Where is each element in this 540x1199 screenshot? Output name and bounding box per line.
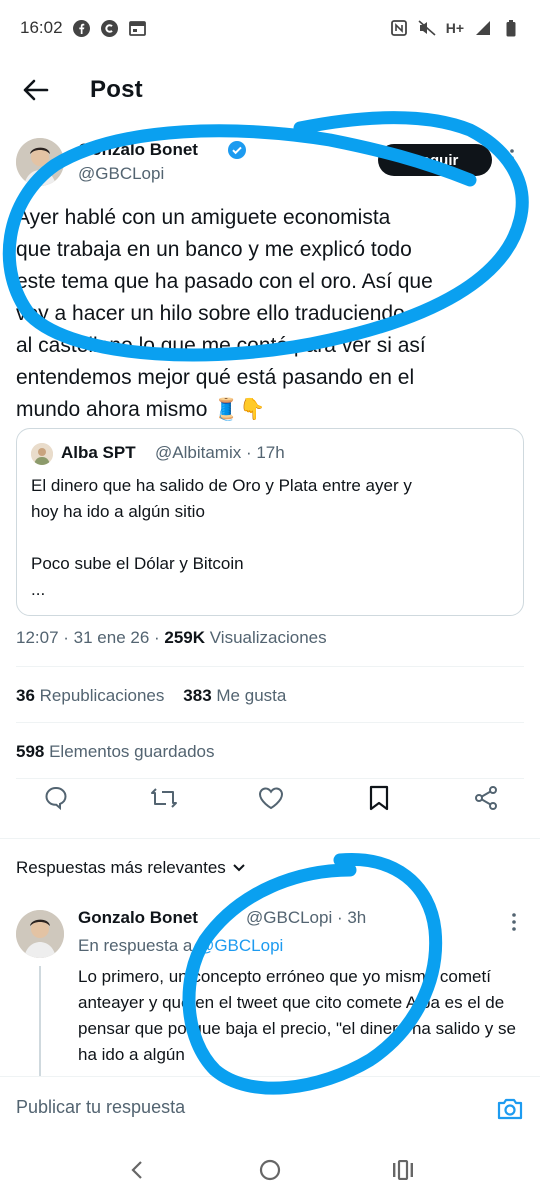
like-button[interactable] [255,782,287,814]
post-actions [0,782,540,822]
share-button[interactable] [470,782,502,814]
more-options-icon[interactable] [506,912,522,932]
post-time-text: 12:07 · 31 ene 26 · [16,628,165,647]
reposts-label: Republicaciones [34,686,165,705]
signal-icon [474,19,492,37]
share-icon [475,786,497,810]
system-nav-bar [0,1140,540,1199]
post-line: al castellano lo que me contó para ver s… [16,334,426,357]
reply-author-meta: @GBCLopi · 3h [246,908,367,927]
divider [16,778,524,779]
reply-button[interactable] [40,782,72,814]
reply-to-line: En respuesta a @GBCLopi [78,936,283,956]
post-line: mundo ahora mismo 🧵👇 [16,398,266,421]
views-count: 259K [164,628,206,647]
thread-line [39,966,41,1076]
facebook-icon [73,19,91,37]
author-handle[interactable]: @GBCLopi [78,164,164,184]
more-options-icon[interactable] [504,148,520,168]
repost-button[interactable] [148,782,180,814]
author-name[interactable]: Gonzalo Bonet [78,140,198,160]
reply-input[interactable]: Publicar tu respuesta [16,1097,185,1118]
likes-count: 383 [183,686,212,705]
top-app-bar: Post [0,62,540,118]
bookmarks-label: Elementos guardados [44,742,215,761]
reply-to-prefix: En respuesta a [78,936,198,955]
replies-sort-label: Respuestas más relevantes [16,858,226,877]
bookmarks-count: 598 [16,742,45,761]
network-type: H+ [445,20,464,36]
quote-author-name: Alba SPT [61,443,136,462]
chevron-left-icon [131,1160,142,1179]
engagement-stats: 36 Republicaciones 383 Me gusta [16,686,286,706]
quote-text: El dinero que ha salido de Oro y Plata e… [31,476,412,599]
likes-stat[interactable]: 383 Me gusta [183,686,286,705]
status-bar: 16:02 H+ [0,0,540,56]
home-circle-icon [259,1159,281,1180]
post-line: este tema que ha pasado con el oro. Así … [16,270,433,293]
post-line: Ayer hablé con un amiguete economista [16,206,391,229]
post-timestamp: 12:07 · 31 ene 26 · 259K Visualizaciones [16,628,327,648]
post-line: voy a hacer un hilo sobre ello traducien… [16,302,405,325]
chevron-down-icon [233,864,245,872]
nav-home-button[interactable] [250,1150,290,1190]
page-title: Post [90,76,143,103]
section-divider [0,838,540,839]
arrow-left-icon [23,79,49,101]
main-post: Gonzalo Bonet @GBCLopi Seguir Ayer hablé… [0,126,540,647]
quote-avatar [31,443,53,465]
mute-icon [418,19,436,37]
heart-icon [258,787,284,810]
battery-icon [502,19,520,37]
replies-sort-dropdown[interactable]: Respuestas más relevantes [16,858,246,878]
reply-item[interactable]: Gonzalo Bonet @GBCLopi · 3h En respuesta… [0,896,540,1076]
bookmark-icon [369,785,388,811]
divider [16,722,524,723]
reply-composer[interactable]: Publicar tu respuesta [0,1076,540,1140]
reposts-count: 36 [16,686,35,705]
quoted-post[interactable]: Alba SPT @Albitamix · 17h El dinero que … [16,428,524,616]
verified-badge-icon [228,141,246,159]
post-header: Gonzalo Bonet @GBCLopi Seguir [0,126,540,196]
recents-icon [393,1159,414,1180]
avatar[interactable] [16,138,64,186]
back-button[interactable] [12,66,60,114]
c-app-icon [101,19,119,37]
reposts-stat[interactable]: 36 Republicaciones [16,686,164,705]
post-body: Ayer hablé con un amiguete economista qu… [16,202,526,426]
camera-icon[interactable] [496,1095,524,1123]
bookmark-button[interactable] [363,782,395,814]
likes-label: Me gusta [211,686,287,705]
reply-author-name[interactable]: Gonzalo Bonet [78,908,198,928]
divider [16,666,524,667]
calendar-icon [129,19,147,37]
follow-button[interactable]: Seguir [378,144,492,176]
quote-author-meta: @Albitamix · 17h [155,443,285,462]
post-line: que trabaja en un banco y me explicó tod… [16,238,412,261]
views-label: Visualizaciones [205,628,327,647]
bookmarks-stat[interactable]: 598 Elementos guardados [16,742,214,762]
reply-icon [45,786,67,811]
repost-icon [150,788,177,808]
nfc-icon [390,19,408,37]
clock: 16:02 [20,18,63,37]
nav-back-button[interactable] [117,1150,157,1190]
nav-recents-button[interactable] [383,1150,423,1190]
avatar[interactable] [16,910,64,958]
reply-text: Lo primero, un concepto erróneo que yo m… [78,967,516,1064]
post-line: entendemos mejor qué está pasando en el [16,366,415,389]
reply-to-handle[interactable]: @GBCLopi [197,936,283,955]
